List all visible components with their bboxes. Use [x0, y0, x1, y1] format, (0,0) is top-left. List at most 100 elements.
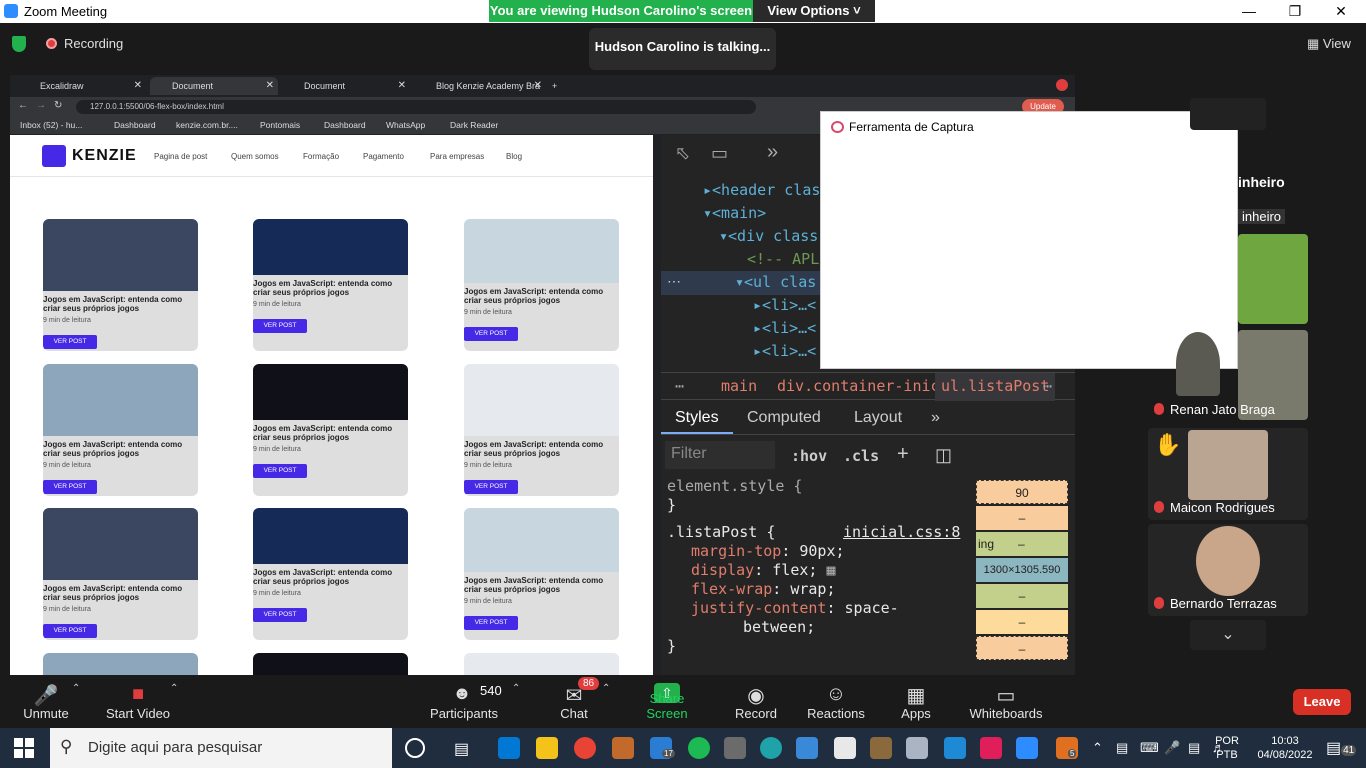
share-screen-button[interactable]: ⇧ Share Screen [630, 675, 704, 728]
spotify-icon[interactable] [688, 737, 710, 759]
edge-icon[interactable] [760, 737, 782, 759]
app-icon-3[interactable] [906, 737, 928, 759]
nav-pagina-de-post[interactable]: Pagina de post [154, 152, 207, 161]
bookmark-pontomais[interactable]: Pontomais [260, 120, 300, 130]
more-panels-icon[interactable]: » [767, 141, 778, 164]
declaration-justify-content[interactable]: justify-content: space- [667, 599, 967, 618]
tab-document-active[interactable]: Document ✕ [150, 77, 278, 95]
declaration-margin-top[interactable]: margin-top: 90px; [667, 542, 967, 561]
bookmark-whatsapp[interactable]: WhatsApp [386, 120, 425, 130]
ver-post-button[interactable]: VER POST [43, 480, 97, 494]
declaration-flex-wrap[interactable]: flex-wrap: wrap; [667, 580, 967, 599]
whiteboards-button[interactable]: ▭ Whiteboards [968, 675, 1044, 728]
chat-button[interactable]: ✉ 86 Chat [548, 675, 600, 728]
participant-tile-renan[interactable]: Renan Jato Braga [1148, 330, 1308, 422]
bookmark-kenzie[interactable]: kenzie.com.br.... [176, 120, 238, 130]
ellipsis-icon[interactable]: ⋯ [675, 377, 684, 395]
nav-blog[interactable]: Blog [506, 152, 522, 161]
nav-pagamento[interactable]: Pagamento [363, 152, 404, 161]
microphone-icon[interactable]: 🎤 [1164, 740, 1180, 756]
forward-icon[interactable]: → [36, 100, 46, 111]
content-size[interactable]: 1300×1305.590 [976, 558, 1068, 582]
participant-video[interactable] [1238, 234, 1308, 324]
participants-button[interactable]: ☻ 540 Participants [428, 675, 502, 728]
bookmark-inbox[interactable]: Inbox (52) - hu... [20, 120, 82, 130]
tray-expand-icon[interactable]: ⌃ [1092, 740, 1103, 756]
dom-node-li[interactable]: ▸<li>…< [753, 296, 816, 314]
more-tabs-icon[interactable]: » [931, 409, 940, 427]
new-tab-icon[interactable]: + [548, 77, 568, 95]
ver-post-button[interactable]: VER POST [464, 480, 518, 494]
slack-icon[interactable] [980, 737, 1002, 759]
taskbar-search-input[interactable]: ⚲ Digite aqui para pesquisar [50, 728, 392, 768]
breadcrumb-main[interactable]: main [721, 377, 757, 395]
close-button[interactable]: ✕ [1326, 2, 1356, 20]
nav-para-empresas[interactable]: Para empresas [430, 152, 484, 161]
security-shield-icon[interactable] [12, 36, 26, 52]
border-bottom-value[interactable]: – [976, 610, 1068, 634]
participant-tile-maicon[interactable]: ✋ Maicon Rodrigues [1148, 428, 1308, 520]
padding-bottom-value[interactable]: – [976, 584, 1068, 608]
bookmark-dashboard-2[interactable]: Dashboard [324, 120, 366, 130]
restore-button[interactable]: ❐ [1280, 2, 1310, 20]
tab-excalidraw[interactable]: Excalidraw ✕ [18, 77, 146, 95]
dom-node-ul[interactable]: ▾<ul clas [735, 273, 816, 291]
breadcrumb-ul[interactable]: ul.listaPost [935, 373, 1056, 401]
inspect-element-icon[interactable]: ⬁ [675, 143, 690, 164]
back-icon[interactable]: ← [18, 100, 28, 111]
unmute-button[interactable]: 🎤 Unmute [16, 675, 76, 728]
nav-formacao[interactable]: Formação [303, 152, 339, 161]
start-video-button[interactable]: ■ Start Video [104, 675, 172, 728]
file-explorer-icon[interactable] [536, 737, 558, 759]
chrome-icon[interactable] [574, 737, 596, 759]
url-field[interactable]: 127.0.0.1:5500/06-flex-box/index.html [76, 100, 756, 114]
wifi-icon[interactable]: ▤ [1188, 740, 1200, 756]
close-icon[interactable]: ✕ [534, 77, 542, 95]
ver-post-button[interactable]: VER POST [253, 608, 307, 622]
ver-post-button[interactable]: VER POST [43, 624, 97, 638]
flexbox-editor-icon[interactable]: ▦ [826, 561, 835, 579]
media-player-icon[interactable] [612, 737, 634, 759]
dom-node-header[interactable]: ▸<header clas [703, 181, 820, 199]
windows-start-icon[interactable] [14, 738, 34, 758]
bookmark-dark-reader[interactable]: Dark Reader [450, 120, 498, 130]
dom-node-li[interactable]: ▸<li>…< [753, 342, 816, 360]
close-icon[interactable]: ✕ [398, 77, 406, 95]
app-icon-2[interactable] [870, 737, 892, 759]
network-icon[interactable]: ▤ [1116, 740, 1128, 756]
margin-value[interactable]: – [976, 506, 1068, 530]
ver-post-button[interactable]: VER POST [43, 335, 97, 349]
close-icon[interactable]: ✕ [134, 77, 142, 95]
new-rule-icon[interactable]: + [897, 443, 909, 466]
participant-tile-bernardo[interactable]: Bernardo Terrazas [1148, 524, 1308, 616]
padding-value[interactable]: – [1018, 532, 1025, 556]
dom-node-li[interactable]: ▸<li>…< [753, 319, 816, 337]
ellipsis-icon[interactable]: ⋯ [1043, 377, 1052, 395]
app-icon[interactable] [796, 737, 818, 759]
margin-top-value[interactable]: 90 [976, 480, 1068, 504]
store-icon[interactable] [498, 737, 520, 759]
nav-quem-somos[interactable]: Quem somos [231, 152, 279, 161]
margin-bottom-value[interactable]: – [976, 636, 1068, 660]
apps-button[interactable]: ▦ Apps [896, 675, 936, 728]
notifications-icon[interactable]: ▤ 41 [1326, 738, 1357, 758]
declaration-display[interactable]: display: flex; ▦ [667, 561, 967, 580]
gallery-scroll-down-icon[interactable]: ⌄ [1190, 620, 1266, 650]
leave-button[interactable]: Leave [1293, 689, 1351, 715]
tab-document[interactable]: Document ✕ [282, 77, 410, 95]
minimize-button[interactable]: — [1234, 2, 1264, 20]
bookmark-dashboard[interactable]: Dashboard [114, 120, 156, 130]
cortana-icon[interactable] [405, 738, 425, 758]
video-options-chevron-icon[interactable]: ⌃ [170, 683, 178, 694]
keyboard-icon[interactable]: ⌨ [1140, 740, 1159, 756]
language-indicator[interactable]: POR PTB [1212, 734, 1242, 762]
site-logo[interactable]: KENZIE [72, 147, 137, 165]
mail-icon[interactable]: 17 [650, 737, 675, 759]
view-options-button[interactable]: View Options ˅ [753, 0, 875, 22]
cls-toggle[interactable]: .cls [843, 447, 879, 465]
reload-icon[interactable]: ↻ [54, 100, 62, 111]
tab-layout[interactable]: Layout [854, 409, 902, 427]
ellipsis-icon[interactable]: ⋯ [667, 273, 681, 290]
audio-options-chevron-icon[interactable]: ⌃ [72, 683, 80, 694]
chat-chevron-icon[interactable]: ⌃ [602, 683, 610, 694]
